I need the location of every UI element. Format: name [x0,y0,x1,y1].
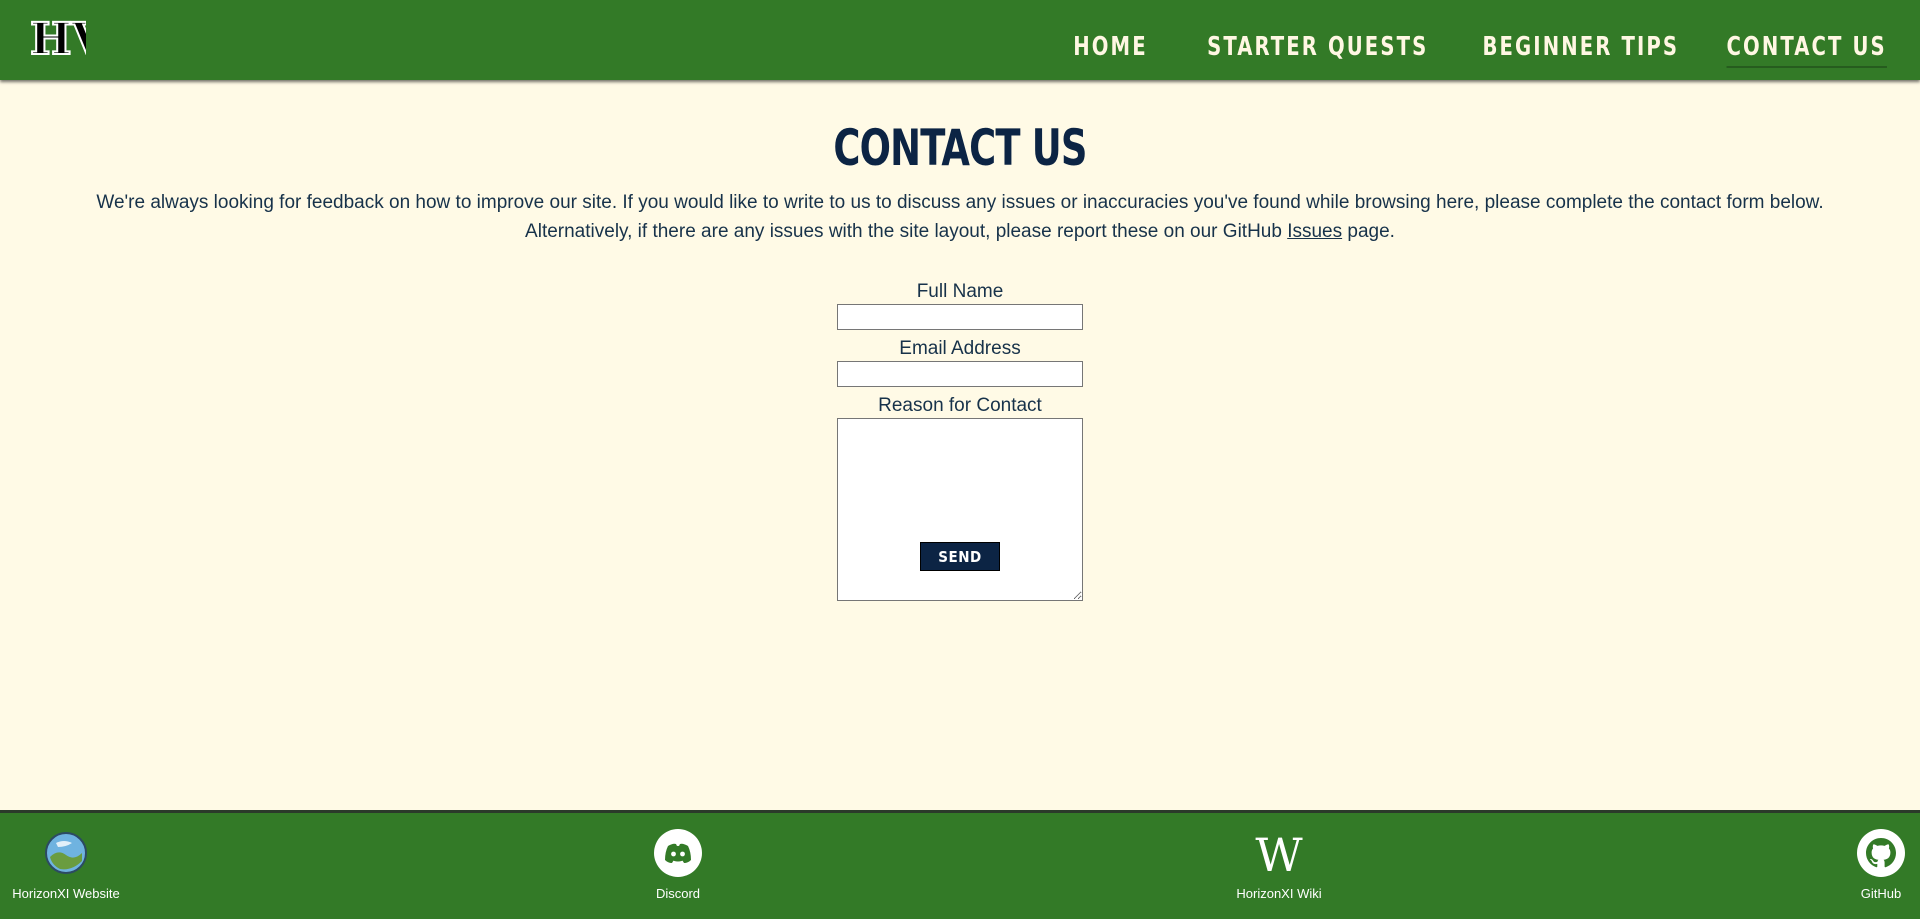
main-nav: HOME STARTER QUESTS BEGINNER TIPS CONTAC… [1059,28,1887,68]
svg-text:HV: HV [30,14,86,62]
intro-text: We're always looking for feedback on how… [0,188,1920,246]
footer-label-github: GitHub [1860,886,1902,901]
site-header: HV HOME STARTER QUESTS BEGINNER TIPS CON… [0,0,1920,80]
nav-beginner-tips[interactable]: BEGINNER TIPS [1483,28,1680,68]
issues-link[interactable]: Issues [1287,221,1342,242]
email-label: Email Address [899,338,1021,359]
footer-label-horizonxi-wiki: HorizonXI Wiki [1236,886,1322,901]
main-content: CONTACT US We're always looking for feed… [0,80,1920,810]
footer-link-horizonxi-wiki[interactable]: W HorizonXI Wiki [1209,829,1349,902]
intro-line-1: We're always looking for feedback on how… [96,192,1824,213]
github-icon [1857,829,1905,877]
svg-text:W: W [1255,829,1303,877]
footer-link-github[interactable]: GitHub [1811,829,1920,902]
footer-link-discord[interactable]: Discord [608,829,748,902]
globe-icon [45,832,87,874]
full-name-input[interactable] [837,304,1083,330]
reason-label: Reason for Contact [878,395,1042,416]
nav-home[interactable]: HOME [1073,28,1148,68]
intro-line-2-after: page. [1342,221,1395,242]
page-title: CONTACT US [833,119,1087,177]
reason-textarea[interactable] [837,418,1083,601]
intro-line-2-before: Alternatively, if there are any issues w… [525,221,1288,242]
footer-label-discord: Discord [655,886,701,901]
nav-contact-us[interactable]: CONTACT US [1726,28,1887,68]
send-button[interactable]: SEND [920,542,1000,571]
full-name-label: Full Name [916,281,1004,302]
nav-starter-quests[interactable]: STARTER QUESTS [1207,28,1428,68]
site-logo[interactable]: HV [28,12,86,62]
wikipedia-icon: W [1255,829,1303,877]
footer-label-horizonxi-website: HorizonXI Website [12,886,120,901]
footer-link-horizonxi-website[interactable]: HorizonXI Website [0,829,136,902]
email-input[interactable] [837,361,1083,387]
intro-line-2: Alternatively, if there are any issues w… [0,217,1920,246]
site-footer: HorizonXI Website Discord W HorizonXI Wi… [0,810,1920,919]
discord-icon [654,829,702,877]
